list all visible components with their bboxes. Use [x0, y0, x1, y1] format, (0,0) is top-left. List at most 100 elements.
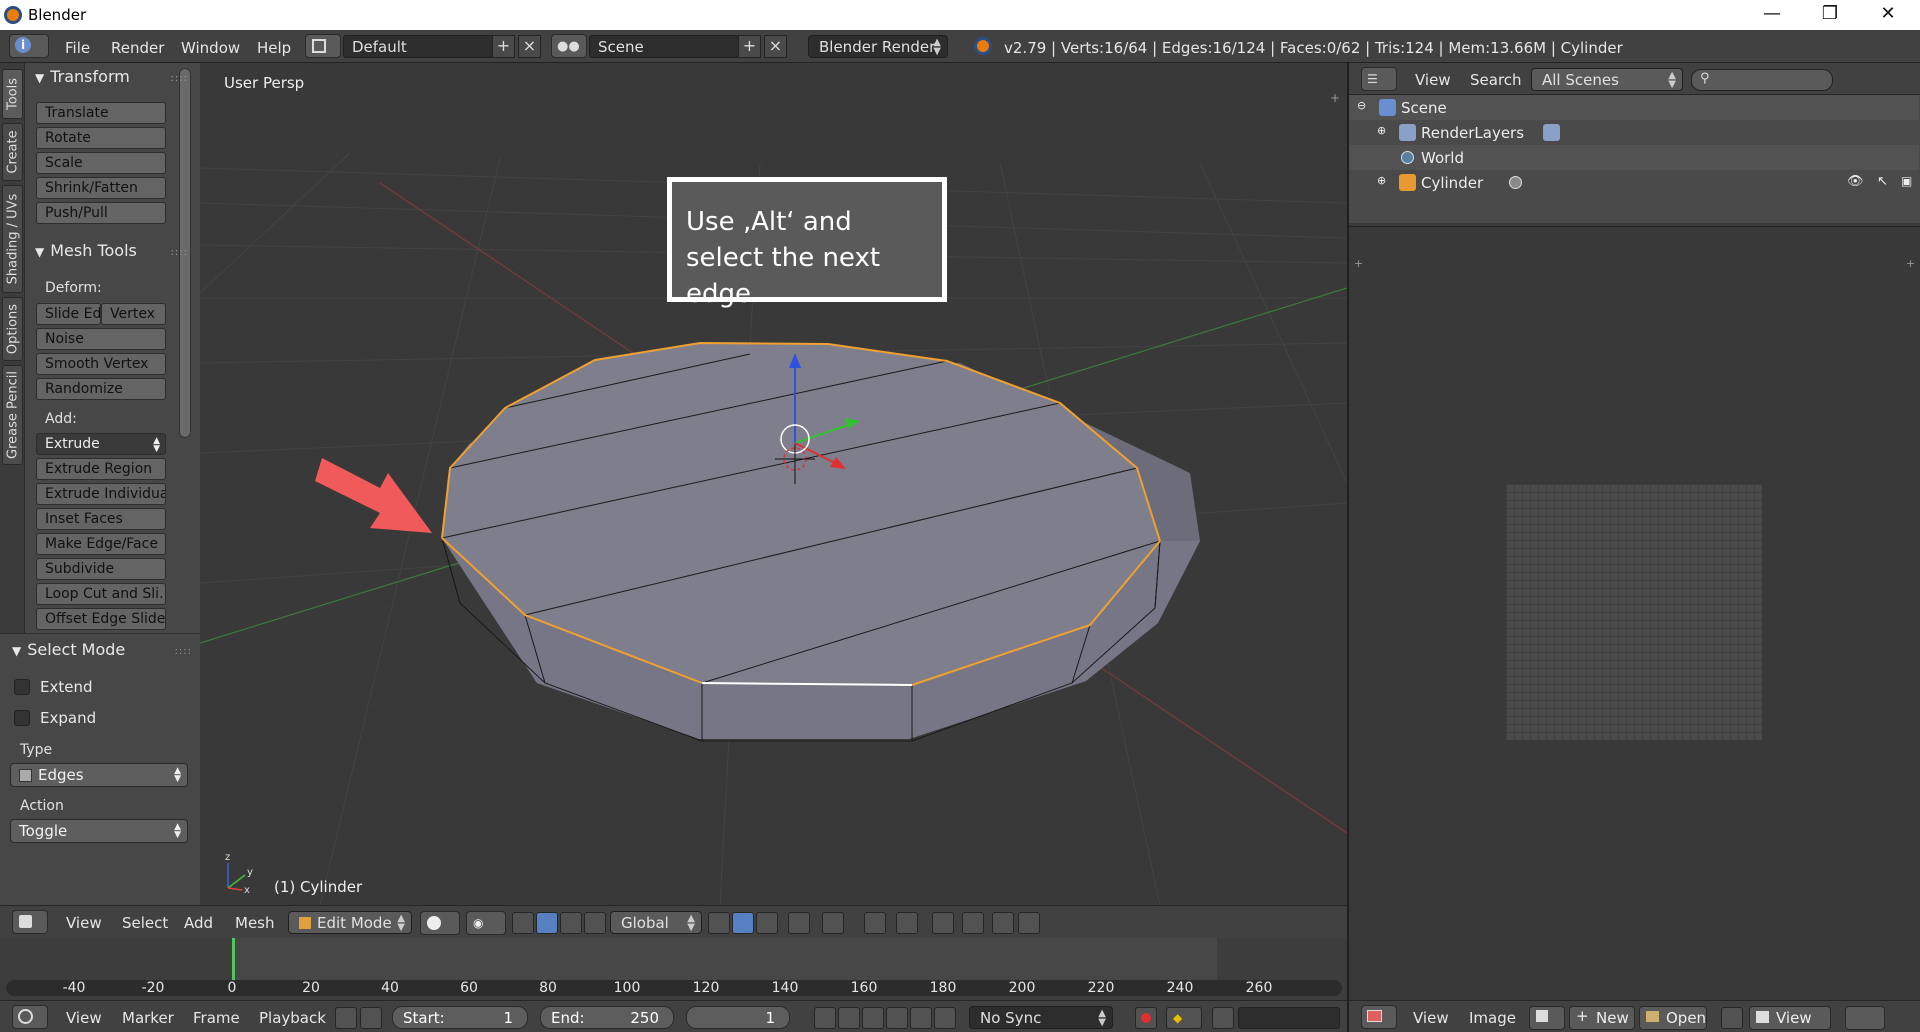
editor-type-3d-button[interactable] [12, 910, 48, 934]
tab-shading-uvs[interactable]: Shading / UVs [2, 185, 23, 293]
image-canvas[interactable] [1506, 484, 1762, 740]
add-layout-button[interactable]: + [492, 35, 515, 58]
selectability-cursor-icon[interactable]: ↖ [1877, 174, 1888, 189]
play-button[interactable] [886, 1007, 908, 1029]
editor-type-timeline-button[interactable] [12, 1005, 48, 1029]
pivot-point-dropdown[interactable]: ◉ [466, 911, 506, 935]
menu-window[interactable]: Window [181, 39, 240, 57]
editor-type-image-button[interactable] [1361, 1005, 1397, 1029]
preview-range-button[interactable] [335, 1007, 357, 1029]
menu-marker[interactable]: Marker [122, 1009, 174, 1027]
outliner-row-renderlayers[interactable]: ⊕ RenderLayers [1349, 120, 1919, 145]
screen-layout-field[interactable]: Default [343, 35, 493, 58]
snap-element-button[interactable] [932, 912, 954, 934]
add-scene-button[interactable]: + [738, 35, 761, 58]
start-frame-field[interactable]: Start: 1 [392, 1006, 528, 1029]
prev-keyframe-button[interactable] [838, 1007, 860, 1029]
menu-help[interactable]: Help [257, 39, 291, 57]
keying-set-button[interactable]: ◆ [1166, 1007, 1202, 1029]
transform-orientation-dropdown[interactable]: Global ▲ ▼ [610, 911, 702, 934]
randomize-button[interactable]: Randomize [36, 378, 166, 400]
outliner-menu-search[interactable]: Search [1470, 71, 1522, 89]
select-type-dropdown[interactable]: Edges ▲ ▼ [10, 763, 188, 787]
select-action-dropdown[interactable]: Toggle ▲ ▼ [10, 819, 188, 843]
jump-start-button[interactable] [814, 1007, 836, 1029]
pivot-image-dropdown[interactable] [1845, 1006, 1885, 1030]
3d-viewport[interactable]: z y x User Persp Use ‚Alt‘ and select th… [200, 63, 1347, 905]
outliner-row-world[interactable]: World [1349, 145, 1919, 170]
menu-view[interactable]: View [66, 914, 102, 932]
screen-layout-icon-button[interactable] [305, 34, 341, 58]
editor-type-info-button[interactable]: i [9, 34, 49, 58]
menu-add[interactable]: Add [184, 914, 213, 932]
remove-layout-button[interactable]: × [518, 35, 541, 58]
menu-playback[interactable]: Playback [259, 1009, 326, 1027]
collapse-icon[interactable]: ⊖ [1357, 99, 1366, 112]
transform-panel-header[interactable]: ▼ Transform [35, 67, 130, 86]
tab-options[interactable]: Options [2, 297, 23, 361]
render-engine-dropdown[interactable]: Blender Render ▲ ▼ [808, 35, 948, 58]
outliner-row-cylinder[interactable]: ⊕ Cylinder 👁 ↖ ▣ [1349, 170, 1919, 195]
remove-scene-button[interactable]: × [764, 35, 787, 58]
new-image-button[interactable]: + New [1569, 1006, 1635, 1030]
tab-grease-pencil[interactable]: Grease Pencil [2, 365, 23, 465]
mesh-tools-panel-header[interactable]: ▼ Mesh Tools [35, 241, 137, 260]
open-image-button[interactable]: Open [1639, 1006, 1707, 1030]
scene-icon-button[interactable]: ●● [551, 34, 587, 58]
browse-image-button[interactable] [1529, 1006, 1565, 1030]
rotate-button[interactable]: Rotate [36, 127, 166, 149]
shrink-fatten-button[interactable]: Shrink/Fatten [36, 177, 166, 199]
opengl-render-button[interactable] [962, 912, 984, 934]
drag-grip-icon[interactable]: :::: [175, 646, 192, 657]
push-pull-button[interactable]: Push/Pull [36, 202, 166, 224]
rotate-manipulator-button[interactable] [560, 912, 582, 934]
image-menu-image[interactable]: Image [1469, 1009, 1516, 1027]
expand-checkbox[interactable] [14, 710, 30, 726]
menu-mesh[interactable]: Mesh [235, 914, 275, 932]
insert-keyframe-button[interactable] [1212, 1007, 1234, 1029]
mesh-select-mode-button[interactable] [864, 912, 886, 934]
sync-mode-dropdown[interactable]: No Sync ▲ ▼ [969, 1006, 1113, 1029]
image-view-mode-dropdown[interactable]: View [1749, 1006, 1831, 1030]
pin-image-button[interactable] [1721, 1007, 1743, 1029]
tab-tools[interactable]: Tools [2, 69, 23, 119]
face-select-mode-button[interactable] [756, 912, 778, 934]
vertex-select-mode-button[interactable] [708, 912, 730, 934]
timeline[interactable]: -40 -20 0 20 40 60 80 100 120 140 160 180 200 220 240 2… [0, 938, 1347, 1000]
outliner-row-scene[interactable]: ⊖ Scene [1349, 95, 1919, 120]
scale-button[interactable]: Scale [36, 152, 166, 174]
extrude-dropdown[interactable]: Extrude ▲ ▼ [36, 433, 166, 455]
region-toggle-plus-icon[interactable]: + [1906, 257, 1915, 270]
current-frame-field[interactable]: 1 [686, 1006, 790, 1029]
expand-icon[interactable]: ⊕ [1377, 174, 1386, 187]
slide-edge-button[interactable]: Slide Ed [36, 303, 101, 325]
subdivide-button[interactable]: Subdivide [36, 558, 166, 580]
scene-field[interactable]: Scene [589, 35, 739, 58]
keying-set-field[interactable] [1238, 1007, 1340, 1029]
minimize-button[interactable]: — [1744, 0, 1800, 30]
image-menu-view[interactable]: View [1413, 1009, 1449, 1027]
timeline-scrollbar[interactable] [6, 980, 1342, 996]
menu-file[interactable]: File [65, 39, 90, 57]
editor-type-outliner-button[interactable]: ☰ [1361, 67, 1397, 91]
uv-image-editor[interactable]: + + [1349, 226, 1920, 1000]
make-edge-face-button[interactable]: Make Edge/Face [36, 533, 166, 555]
drag-grip-icon[interactable]: :::: [171, 247, 188, 258]
offset-edge-slide-button[interactable]: Offset Edge Slide [36, 608, 166, 630]
timeline-playhead[interactable] [232, 938, 235, 980]
tab-create[interactable]: Create [2, 123, 23, 181]
end-frame-field[interactable]: End: 250 [540, 1006, 674, 1029]
manipulator-toggle-button[interactable] [512, 912, 534, 934]
slide-vertex-button[interactable]: Vertex [101, 303, 166, 325]
occlude-geometry-button[interactable] [788, 912, 810, 934]
translate-button[interactable]: Translate [36, 102, 166, 124]
visibility-eye-icon[interactable]: 👁 [1847, 174, 1864, 189]
lock-range-button[interactable] [360, 1007, 382, 1029]
scale-manipulator-button[interactable] [584, 912, 606, 934]
outliner-menu-view[interactable]: View [1415, 71, 1451, 89]
maximize-button[interactable]: ❐ [1802, 0, 1858, 30]
region-toggle-plus-icon[interactable]: + [1330, 91, 1340, 105]
translate-manipulator-button[interactable] [536, 912, 558, 934]
render-animation-button[interactable] [1018, 912, 1040, 934]
render-button[interactable] [992, 912, 1014, 934]
